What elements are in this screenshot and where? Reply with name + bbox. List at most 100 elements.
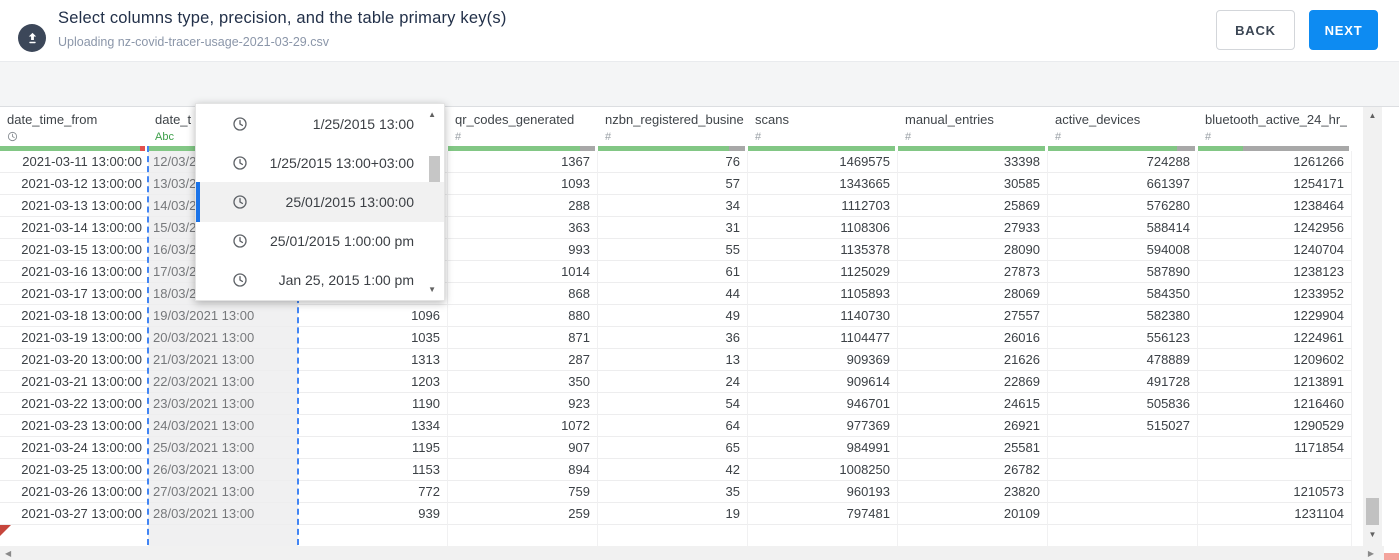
column-header[interactable]: active_devices # (1048, 107, 1198, 151)
table-cell: 894 (448, 459, 598, 481)
column-header[interactable]: manual_entries # (898, 107, 1048, 151)
table-cell: 1125029 (748, 261, 898, 283)
vertical-scrollbar[interactable]: ▲ ▼ (1363, 107, 1382, 546)
table-cell: 1195 (298, 437, 448, 459)
table-cell: 946701 (748, 393, 898, 415)
table-cell: 977369 (748, 415, 898, 437)
column-header[interactable]: scans # (748, 107, 898, 151)
dropdown-option[interactable]: 25/01/2015 1:00:00 pm (196, 222, 444, 261)
column-name: manual_entries (905, 112, 994, 127)
table-cell: 907 (448, 437, 598, 459)
table-cell: 2021-03-23 13:00:00 (0, 415, 148, 437)
table-cell: 31 (598, 217, 748, 239)
table-cell: 65 (598, 437, 748, 459)
table-cell: 2021-03-20 13:00:00 (0, 349, 148, 371)
table-cell: 1008250 (748, 459, 898, 481)
table-row: 2021-03-25 13:00:00 26/03/2021 13:00 1153 8… (0, 459, 1352, 481)
table-cell (448, 525, 598, 546)
table-row: 2021-03-26 13:00:00 27/03/2021 13:00 772 75… (0, 481, 1352, 503)
dropdown-option[interactable]: 1/25/2015 13:00 (196, 104, 444, 143)
column-type-glyph: # (1205, 130, 1212, 143)
next-button[interactable]: NEXT (1309, 10, 1378, 50)
table-cell: 34 (598, 195, 748, 217)
dropdown-option[interactable]: Jan 25, 2015 1:00 pm (196, 261, 444, 300)
table-row: 2021-03-22 13:00:00 23/03/2021 13:00 1190 9… (0, 393, 1352, 415)
table-cell (748, 525, 898, 546)
clock-icon (232, 116, 248, 132)
horizontal-scrollbar[interactable]: ◀ ▶ (0, 546, 1384, 560)
table-cell: 27933 (898, 217, 1048, 239)
table-cell: 993 (448, 239, 598, 261)
column-type-glyph: # (905, 130, 912, 143)
upload-wizard-window: Select columns type, precision, and the … (0, 0, 1399, 560)
table-cell: 909369 (748, 349, 898, 371)
table-cell: 350 (448, 371, 598, 393)
column-header[interactable]: date_time_from (0, 107, 148, 151)
table-cell: 1210573 (1198, 481, 1352, 503)
column-name: date_time_from (7, 112, 98, 127)
table-cell (1198, 459, 1352, 481)
table-cell (1048, 503, 1198, 525)
table-cell (1048, 437, 1198, 459)
table-cell: 2021-03-19 13:00:00 (0, 327, 148, 349)
table-cell: 880 (448, 305, 598, 327)
table-cell: 55 (598, 239, 748, 261)
table-cell: 42 (598, 459, 748, 481)
dropdown-option-label: 1/25/2015 13:00+03:00 (269, 154, 414, 171)
scroll-down-icon[interactable]: ▼ (1363, 530, 1382, 539)
table-cell: 923 (448, 393, 598, 415)
table-cell: 1153 (298, 459, 448, 481)
table-cell: 28090 (898, 239, 1048, 261)
scroll-left-icon[interactable]: ◀ (5, 549, 11, 558)
column-header[interactable]: bluetooth_active_24_hr_ # (1198, 107, 1352, 151)
table-cell: 54 (598, 393, 748, 415)
dropdown-option[interactable]: 1/25/2015 13:00+03:00 (196, 143, 444, 182)
menu-scroll-down-icon[interactable]: ▼ (428, 285, 436, 294)
table-cell: 26/03/2021 13:00 (148, 459, 298, 481)
table-cell: 57 (598, 173, 748, 195)
clock-icon (232, 155, 248, 171)
table-cell (1048, 525, 1198, 546)
page-title: Select columns type, precision, and the … (58, 9, 507, 27)
table-cell: 2021-03-11 13:00:00 (0, 151, 148, 173)
column-name: qr_codes_generated (455, 112, 575, 127)
table-cell: 26782 (898, 459, 1048, 481)
table-cell: 2021-03-25 13:00:00 (0, 459, 148, 481)
scroll-up-icon[interactable]: ▲ (1363, 111, 1382, 120)
table-cell: 868 (448, 283, 598, 305)
dropdown-option-label: 1/25/2015 13:00 (312, 115, 414, 132)
table-cell: 1190 (298, 393, 448, 415)
table-cell: 20/03/2021 13:00 (148, 327, 298, 349)
vertical-scrollbar-thumb[interactable] (1366, 498, 1379, 525)
column-header[interactable]: nzbn_registered_busine # (598, 107, 748, 151)
column-name: date_t (155, 112, 192, 127)
table-cell: 594008 (1048, 239, 1198, 261)
table-cell: 1171854 (1198, 437, 1352, 459)
table-cell: 1104477 (748, 327, 898, 349)
table-cell: 24/03/2021 13:00 (148, 415, 298, 437)
dropdown-option[interactable]: 25/01/2015 13:00:00 (196, 182, 444, 222)
column-name: nzbn_registered_busine (605, 112, 744, 127)
table-cell: 871 (448, 327, 598, 349)
table-cell: 797481 (748, 503, 898, 525)
table-cell: 2021-03-21 13:00:00 (0, 371, 148, 393)
table-cell (1048, 459, 1198, 481)
table-cell: 363 (448, 217, 598, 239)
table-cell: 1242956 (1198, 217, 1352, 239)
table-row (0, 525, 1352, 546)
table-cell: 515027 (1048, 415, 1198, 437)
table-cell: 288 (448, 195, 598, 217)
table-cell: 35 (598, 481, 748, 503)
table-cell: 2021-03-27 13:00:00 (0, 503, 148, 525)
column-header[interactable]: qr_codes_generated # (448, 107, 598, 151)
table-cell: 23/03/2021 13:00 (148, 393, 298, 415)
table-cell: 1035 (298, 327, 448, 349)
table-cell: 27/03/2021 13:00 (148, 481, 298, 503)
table-cell: 772 (298, 481, 448, 503)
table-row: 2021-03-18 13:00:00 19/03/2021 13:00 1096 8… (0, 305, 1352, 327)
clock-icon (232, 194, 248, 210)
back-button[interactable]: BACK (1216, 10, 1295, 50)
scroll-right-icon[interactable]: ▶ (1368, 549, 1374, 558)
table-cell: 22/03/2021 13:00 (148, 371, 298, 393)
table-cell: 587890 (1048, 261, 1198, 283)
